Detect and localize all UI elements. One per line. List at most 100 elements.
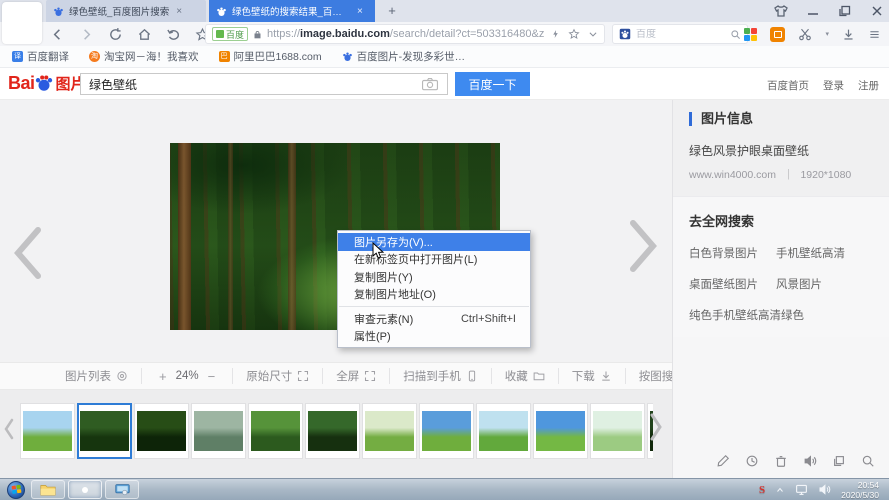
theme-skin-icon[interactable] [773, 3, 789, 19]
original-size-button[interactable]: 原始尺寸 [233, 368, 323, 384]
baidu-images-logo[interactable]: Bai 图片 [8, 72, 86, 94]
bookmark-1688[interactable]: 巴 阿里巴巴1688.com [219, 49, 322, 64]
bookmark-star-icon[interactable] [568, 28, 580, 40]
link-login[interactable]: 登录 [823, 78, 844, 93]
site-safety-badge: 百度 [212, 27, 248, 41]
zoom-controls: + 24% − [142, 368, 233, 384]
tab-close-icon[interactable]: × [176, 6, 182, 17]
taskbar-media-app[interactable] [105, 480, 139, 499]
download-manager-icon[interactable] [842, 28, 855, 41]
network-monitor-icon[interactable] [795, 483, 808, 496]
extension-orange-icon[interactable] [770, 27, 785, 42]
thumb-dark-leaves[interactable] [134, 403, 189, 459]
tab-close-icon[interactable]: × [357, 6, 363, 17]
thumb-sky-field[interactable] [419, 403, 474, 459]
next-image-arrow[interactable] [627, 218, 661, 274]
history-icon[interactable] [745, 454, 759, 468]
trash-icon[interactable] [774, 454, 788, 468]
annotate-pen-icon[interactable] [716, 454, 730, 468]
related-link[interactable]: 白色背景图片 [689, 245, 758, 261]
bookmark-baidu-translate[interactable]: 译 百度翻译 [12, 49, 69, 64]
related-link[interactable]: 手机壁纸高清 [776, 245, 845, 261]
thumbnail-image [23, 411, 72, 451]
back-icon[interactable] [50, 27, 65, 42]
image-list-button[interactable]: 图片列表 [52, 368, 142, 384]
baidu-search-button[interactable]: 百度一下 [455, 72, 530, 96]
thumb-forest-selected[interactable] [77, 403, 132, 459]
link-register[interactable]: 注册 [858, 78, 879, 93]
scissors-dropdown-caret[interactable]: ▾ [825, 30, 829, 38]
bookmark-label: 百度翻译 [27, 49, 69, 64]
apps-grid-icon[interactable] [744, 28, 757, 41]
undo-icon[interactable] [166, 27, 181, 42]
camera-search-icon[interactable] [421, 77, 439, 91]
forward-icon[interactable] [79, 27, 94, 42]
thumb-jungle[interactable] [248, 403, 303, 459]
close-button[interactable] [869, 3, 885, 19]
search-magnifier-icon[interactable] [730, 29, 741, 40]
fullscreen-button[interactable]: 全屏 [323, 368, 390, 384]
image-search-input[interactable] [81, 77, 421, 91]
thumb-green-hills[interactable] [362, 403, 417, 459]
home-icon[interactable] [137, 27, 152, 42]
search-input[interactable] [636, 29, 725, 40]
zoom-in-button[interactable]: + [155, 369, 171, 384]
maximize-button[interactable] [837, 3, 853, 19]
favorite-button[interactable]: 收藏 [492, 368, 559, 384]
link-baidu-home[interactable]: 百度首页 [767, 78, 809, 93]
thumbs-scroll-right-icon[interactable] [648, 412, 664, 442]
menu-item-copy-image-address[interactable]: 复制图片地址(O) [338, 286, 530, 304]
thumb-blue-sky-field[interactable] [533, 403, 588, 459]
thumb-field-sky[interactable] [20, 403, 75, 459]
scan-to-phone-button[interactable]: 扫描到手机 [390, 368, 492, 384]
clock-time: 20:54 [841, 480, 879, 490]
thumbnail-image [422, 411, 471, 451]
address-bar[interactable]: 百度 https://image.baidu.com/search/detail… [205, 24, 605, 44]
taskbar-file-explorer[interactable] [31, 480, 65, 499]
menu-item-properties[interactable]: 属性(P) [338, 328, 530, 346]
menu-item-inspect-element[interactable]: 审查元素(N) Ctrl+Shift+I [338, 310, 530, 328]
thumb-misty-mountains[interactable] [191, 403, 246, 459]
start-button[interactable] [7, 481, 25, 499]
screenshot-scissors-icon[interactable] [798, 27, 812, 41]
thumb-sun-field[interactable] [476, 403, 531, 459]
chevron-down-icon[interactable] [588, 29, 598, 39]
taskbar-clock[interactable]: 20:54 2020/5/30 [841, 480, 883, 500]
related-link[interactable]: 桌面壁纸图片 [689, 276, 758, 292]
minimize-button[interactable] [805, 3, 821, 19]
menu-hamburger-icon[interactable] [868, 29, 881, 40]
browser-pinwheel-icon [8, 9, 36, 37]
previous-image-arrow[interactable] [10, 225, 44, 281]
tab-search-results-page[interactable]: 绿色壁纸_百度图片搜索 × [46, 0, 206, 22]
related-link[interactable]: 纯色手机壁纸高清绿色 [689, 307, 804, 323]
bookmark-taobao[interactable]: 淘 淘宝网－海！我喜欢 [89, 49, 199, 64]
reload-icon[interactable] [108, 27, 123, 42]
image-source[interactable]: www.win4000.com [689, 169, 776, 181]
tray-expand-caret-icon[interactable] [775, 486, 785, 494]
speaker-icon[interactable] [803, 454, 817, 468]
thumbs-scroll-left-icon[interactable] [3, 418, 15, 440]
thumb-deep-forest[interactable] [305, 403, 360, 459]
translate-icon: 译 [12, 51, 23, 62]
related-link[interactable]: 风景图片 [776, 276, 822, 292]
bookmark-baidu-images[interactable]: 百度图片-发现多彩世… [342, 49, 466, 64]
lightning-icon[interactable] [551, 28, 560, 40]
zoom-out-button[interactable]: − [204, 369, 220, 384]
magnifier-icon[interactable] [861, 454, 875, 468]
volume-icon[interactable] [818, 483, 831, 496]
tab-image-detail-active[interactable]: 绿色壁纸的搜索结果_百度图片 × [209, 0, 375, 22]
menu-item-open-image-new-tab[interactable]: 在新标签页中打开图片(L) [338, 251, 530, 269]
menu-item-label: 复制图片(Y) [354, 269, 413, 285]
menu-item-copy-image[interactable]: 复制图片(Y) [338, 268, 530, 286]
image-title[interactable]: 绿色风景护眼桌面壁纸 [689, 142, 873, 159]
viewer-toolbar: 图片列表 + 24% − 原始尺寸 全屏 扫描到手机 收藏 [0, 362, 672, 390]
browser-search-box[interactable] [612, 24, 748, 44]
menu-item-save-image-as[interactable]: 图片另存为(V)... [338, 233, 530, 251]
taskbar-browser-active[interactable] [68, 480, 102, 499]
browser-logo[interactable] [2, 2, 42, 44]
window-restore-icon[interactable] [832, 454, 846, 468]
sogou-tray-icon[interactable]: S [759, 484, 765, 496]
download-button[interactable]: 下载 [559, 368, 626, 384]
new-tab-button[interactable]: + [383, 3, 401, 19]
thumb-soft-green[interactable] [590, 403, 645, 459]
